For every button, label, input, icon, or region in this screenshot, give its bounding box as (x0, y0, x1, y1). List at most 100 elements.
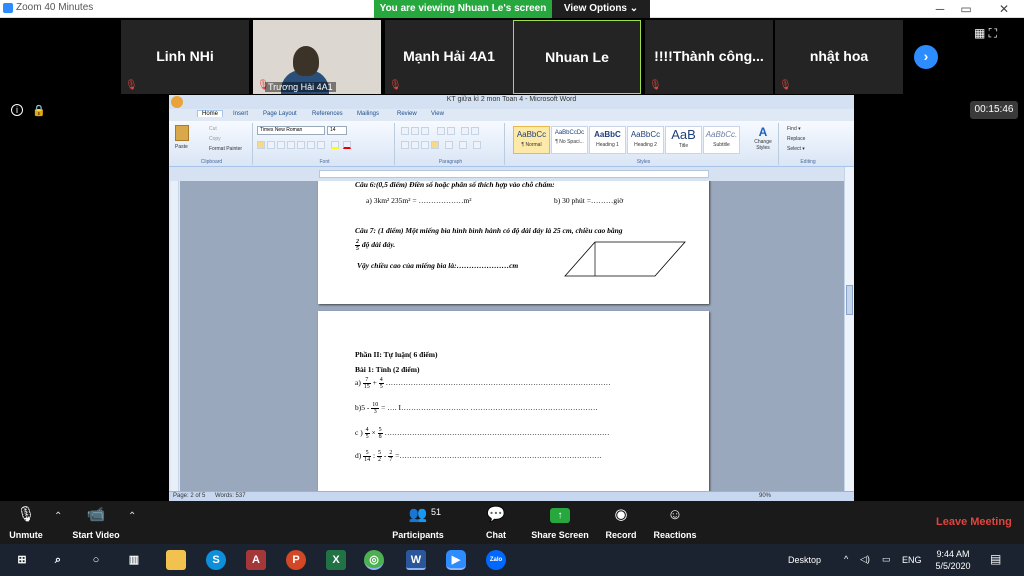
change-styles-button[interactable]: A Change Styles (751, 125, 775, 159)
word-icon[interactable]: W (406, 550, 426, 570)
volume-icon[interactable]: ◁) (860, 554, 870, 565)
paste-icon[interactable] (175, 125, 189, 141)
highlight-icon[interactable] (331, 141, 339, 149)
participant-tile[interactable]: !!!!Thành công... 🎙 (645, 20, 773, 94)
copy-button[interactable]: Copy (209, 136, 221, 142)
minimize-icon[interactable]: ─ (930, 2, 950, 16)
style-heading-1[interactable]: AaBbC Heading 1 (589, 126, 626, 154)
multilevel-list-icon[interactable] (421, 127, 429, 135)
italic-icon[interactable] (267, 141, 275, 149)
sort-icon[interactable] (461, 127, 469, 135)
next-page-arrow-icon[interactable]: › (914, 45, 938, 69)
notifications-icon[interactable]: ▤ (990, 552, 1001, 566)
tab-references[interactable]: References (312, 111, 343, 117)
browser-icon[interactable]: ◎ (364, 550, 384, 570)
windows-start-icon[interactable]: ⊞ (12, 550, 32, 570)
align-center-icon[interactable] (411, 141, 419, 149)
zoom-level[interactable]: 90% (759, 493, 771, 499)
unmute-button[interactable]: 🎙 Unmute (4, 501, 48, 544)
style-no-spacing[interactable]: AaBbCcDc ¶ No Spaci... (551, 126, 588, 154)
paste-label[interactable]: Paste (175, 144, 188, 150)
powerpoint-icon[interactable]: P (286, 550, 306, 570)
shading-icon[interactable] (459, 141, 467, 149)
word-count[interactable]: Words: 537 (215, 493, 246, 499)
share-screen-button[interactable]: ↑ Share Screen (528, 501, 592, 544)
document-area[interactable]: Câu 6:(0,5 điểm) Điền số hoặc phân số th… (180, 181, 844, 491)
format-painter-button[interactable]: Format Painter (209, 146, 242, 152)
style-title[interactable]: AaB Title (665, 126, 702, 154)
subscript-icon[interactable] (297, 141, 305, 149)
find-button[interactable]: Find ▾ (787, 126, 801, 132)
change-case-icon[interactable] (317, 141, 325, 149)
cut-button[interactable]: Cut (209, 126, 217, 132)
line-spacing-icon[interactable] (445, 141, 453, 149)
participant-tile[interactable]: Linh NHi 🎙 (121, 20, 249, 94)
font-size-select[interactable]: 14 (327, 126, 347, 135)
vertical-ruler[interactable] (171, 181, 179, 491)
lock-icon[interactable]: 🔒 (32, 104, 46, 117)
cortana-icon[interactable]: ○ (86, 550, 106, 570)
tray-chevron-icon[interactable]: ^ (844, 554, 848, 564)
strikethrough-icon[interactable] (287, 141, 295, 149)
task-view-icon[interactable]: ▥ (124, 550, 144, 570)
tab-review[interactable]: Review (397, 111, 417, 117)
style-subtitle[interactable]: AaBbCc. Subtitle (703, 126, 740, 154)
superscript-icon[interactable] (307, 141, 315, 149)
network-icon[interactable]: ▭ (882, 554, 891, 565)
participant-tile[interactable]: Mạnh Hải 4A1 🎙 (385, 20, 513, 94)
search-icon[interactable]: ⌕ (48, 550, 68, 570)
align-right-icon[interactable] (421, 141, 429, 149)
select-button[interactable]: Select ▾ (787, 146, 805, 152)
increase-indent-icon[interactable] (447, 127, 455, 135)
desktop-label[interactable]: Desktop (788, 555, 821, 565)
reactions-button[interactable]: ☺ Reactions (650, 501, 700, 544)
close-icon[interactable]: ✕ (994, 2, 1014, 16)
participant-tile[interactable]: nhật hoa 🎙 (775, 20, 903, 94)
justify-icon[interactable] (431, 141, 439, 149)
tab-home[interactable]: Home (197, 110, 224, 117)
horizontal-ruler[interactable] (169, 167, 854, 181)
font-color-icon[interactable] (343, 141, 351, 149)
document-page[interactable]: Câu 6:(0,5 điểm) Điền số hoặc phân số th… (318, 181, 709, 304)
tab-page-layout[interactable]: Page Layout (263, 111, 297, 117)
decrease-indent-icon[interactable] (437, 127, 445, 135)
info-icon[interactable]: i (11, 104, 23, 116)
language-indicator[interactable]: ENG (902, 555, 922, 565)
style-heading-2[interactable]: AaBbCc Heading 2 (627, 126, 664, 154)
record-button[interactable]: ◉ Record (602, 501, 640, 544)
zalo-icon[interactable]: Zalo (486, 550, 506, 570)
excel-icon[interactable]: X (326, 550, 346, 570)
skype-icon[interactable]: S (206, 550, 226, 570)
file-explorer-icon[interactable] (166, 550, 186, 570)
participant-tile-video[interactable]: 🎙 Trương Hải 4A1 (253, 20, 381, 94)
bullets-icon[interactable] (401, 127, 409, 135)
tab-view[interactable]: View (431, 111, 444, 117)
style-normal[interactable]: AaBbCc ¶ Normal (513, 126, 550, 154)
access-icon[interactable]: A (246, 550, 266, 570)
document-page[interactable]: Phần II: Tự luận( 6 điểm) Bài 1: Tính (2… (318, 311, 709, 491)
gallery-view-icon[interactable]: ▦ ⛶ (974, 26, 997, 41)
borders-icon[interactable] (473, 141, 481, 149)
page-count[interactable]: Page: 2 of 5 (173, 493, 205, 499)
scroll-thumb[interactable] (846, 285, 853, 315)
audio-options-chevron-icon[interactable]: ⌃ (54, 511, 62, 522)
chat-button[interactable]: 💬 Chat (478, 501, 514, 544)
participant-tile-active[interactable]: Nhuan Le (513, 20, 641, 94)
font-name-select[interactable]: Times New Roman (257, 126, 325, 135)
zoom-icon[interactable]: ▶ (446, 550, 466, 570)
video-options-chevron-icon[interactable]: ⌃ (128, 511, 136, 522)
tab-mailings[interactable]: Mailings (357, 111, 379, 117)
bold-icon[interactable] (257, 141, 265, 149)
underline-icon[interactable] (277, 141, 285, 149)
numbering-icon[interactable] (411, 127, 419, 135)
tab-insert[interactable]: Insert (233, 111, 248, 117)
align-left-icon[interactable] (401, 141, 409, 149)
leave-meeting-button[interactable]: Leave Meeting (936, 516, 1012, 528)
start-video-button[interactable]: 📹 Start Video (68, 501, 124, 544)
show-marks-icon[interactable] (471, 127, 479, 135)
vertical-scrollbar[interactable] (844, 167, 854, 491)
replace-button[interactable]: Replace (787, 136, 805, 142)
view-options-button[interactable]: View Options ⌄ (552, 0, 650, 18)
maximize-icon[interactable]: ▭ (956, 2, 976, 16)
taskbar-clock[interactable]: 9:44 AM 5/5/2020 (928, 548, 978, 572)
